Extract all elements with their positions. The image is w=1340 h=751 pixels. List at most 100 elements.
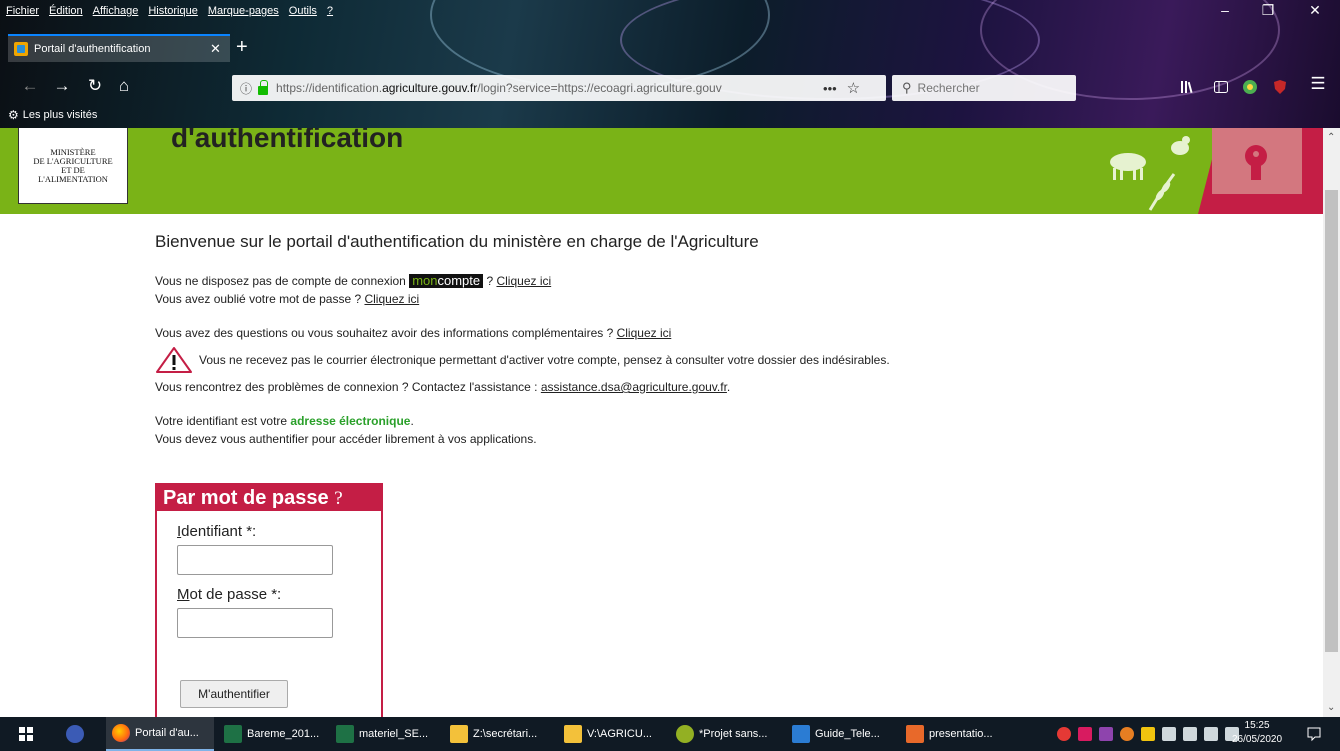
navigation-toolbar: ← → ↻ ⌂ ⓘ https://identification.agricul…	[0, 70, 1340, 104]
page-title: d'authentification	[171, 128, 404, 153]
notifications-icon[interactable]	[1306, 726, 1322, 742]
bookmark-star-icon[interactable]: ☆	[847, 79, 860, 97]
windows-logo-icon	[19, 727, 33, 741]
extension-icon[interactable]	[1242, 79, 1258, 95]
ministry-logo[interactable]: MINISTÈRE DE L'AGRICULTURE ET DE L'ALIME…	[18, 128, 128, 204]
spreadsheet-icon	[336, 725, 354, 743]
login-help-icon[interactable]: ?	[334, 488, 342, 509]
back-arrow-icon[interactable]: ←	[18, 76, 42, 96]
restore-button[interactable]: ❐	[1253, 2, 1283, 19]
taskbar-firefox[interactable]: Portail d'au...	[106, 717, 214, 751]
taskbar-excel-bareme[interactable]: Bareme_201...	[224, 717, 319, 751]
clock-time: 15:25	[1244, 720, 1270, 731]
info-icon[interactable]: ⓘ	[240, 80, 252, 97]
identifiant-label-text: dentifiant *:	[181, 523, 257, 540]
taskbar-folder-z[interactable]: Z:\secrétari...	[450, 717, 537, 751]
taskbar-label: Z:\secrétari...	[473, 728, 538, 740]
search-input[interactable]	[917, 81, 1058, 95]
ublock-icon[interactable]	[1272, 79, 1288, 95]
search-bar[interactable]: ⚲	[892, 75, 1076, 101]
scroll-up-icon[interactable]: ⌃	[1327, 132, 1335, 143]
taskbar-presentation[interactable]: presentatio...	[906, 717, 993, 751]
forward-arrow-icon[interactable]: →	[50, 76, 74, 96]
menu-edition[interactable]: Édition	[49, 5, 83, 17]
period: .	[410, 414, 414, 428]
info-link[interactable]: Cliquez ici	[617, 326, 672, 340]
questions-text: Vous avez des questions ou vous souhaite…	[155, 326, 617, 340]
hamburger-menu-icon[interactable]: ☰	[1306, 74, 1330, 94]
taskbar-qgis[interactable]: *Projet sans...	[676, 717, 767, 751]
bookmarks-toolbar: ⚙ Les plus visités	[8, 108, 97, 122]
search-icon: ⚲	[902, 80, 912, 95]
tray-app-icon[interactable]	[1141, 727, 1155, 741]
assistance-email-link[interactable]: assistance.dsa@agriculture.gouv.fr	[541, 380, 727, 394]
logo-line: L'ALIMENTATION	[38, 174, 108, 184]
url-text[interactable]: https://identification.agriculture.gouv.…	[276, 81, 811, 95]
welcome-heading: Bienvenue sur le portail d'authentificat…	[155, 232, 759, 251]
taskbar-guide[interactable]: Guide_Tele...	[792, 717, 880, 751]
create-account-link[interactable]: Cliquez ici	[496, 274, 551, 288]
taskbar-folder-v[interactable]: V:\AGRICU...	[564, 717, 652, 751]
network-icon[interactable]	[1204, 727, 1218, 741]
tab-strip: Portail d'authentification ✕ +	[0, 34, 1340, 62]
sidebar-icon[interactable]	[1213, 79, 1229, 95]
reload-icon[interactable]: ↻	[83, 76, 107, 96]
vertical-scrollbar[interactable]: ⌃ ⌄	[1323, 128, 1340, 717]
battery-icon[interactable]	[1183, 727, 1197, 741]
tray-app-icon[interactable]	[1099, 727, 1113, 741]
authenticate-button[interactable]: M'authentifier	[180, 680, 288, 708]
login-heading-text: Par mot de passe	[163, 487, 329, 509]
tray-shield-icon[interactable]	[1078, 727, 1092, 741]
forgot-password-link[interactable]: Cliquez ici	[364, 292, 419, 306]
scrollbar-thumb[interactable]	[1325, 190, 1338, 652]
home-icon[interactable]: ⌂	[112, 76, 136, 96]
tab-portail[interactable]: Portail d'authentification ✕	[8, 34, 230, 62]
warning-line: Vous ne recevez pas le courrier électron…	[155, 346, 1255, 374]
clock[interactable]: 15:25 26/05/2020	[1232, 719, 1282, 747]
taskbar-excel-materiel[interactable]: materiel_SE...	[336, 717, 428, 751]
site-banner: MINISTÈRE DE L'AGRICULTURE ET DE L'ALIME…	[0, 128, 1323, 214]
close-window-button[interactable]: ✕	[1300, 2, 1330, 19]
page-actions-icon[interactable]: •••	[823, 81, 837, 96]
presentation-icon	[906, 725, 924, 743]
warning-icon	[156, 347, 192, 373]
taskbar-label: materiel_SE...	[359, 728, 429, 740]
login-heading: Par mot de passe ?	[157, 485, 381, 511]
password-input[interactable]	[177, 608, 333, 638]
identifiant-input[interactable]	[177, 545, 333, 575]
scroll-down-icon[interactable]: ⌄	[1327, 702, 1335, 713]
start-button[interactable]	[18, 717, 34, 751]
menu-affichage[interactable]: Affichage	[93, 5, 139, 17]
taskbar-label: Portail d'au...	[135, 727, 199, 739]
auth-required-line: Vous devez vous authentifier pour accéde…	[155, 432, 537, 446]
moncompte-logo: moncompte	[409, 273, 484, 288]
firefox-icon	[112, 724, 130, 742]
pinned-app-shield-icon[interactable]	[66, 717, 89, 751]
tray-app-icon[interactable]	[1120, 727, 1134, 741]
taskbar-label: Guide_Tele...	[815, 728, 880, 740]
warning-text: Vous ne recevez pas le courrier électron…	[199, 353, 890, 367]
browser-chrome: Fichier Édition Affichage Historique Mar…	[0, 0, 1340, 128]
minimize-button[interactable]: –	[1210, 2, 1240, 18]
lock-icon[interactable]	[258, 79, 269, 95]
web-page: MINISTÈRE DE L'AGRICULTURE ET DE L'ALIME…	[0, 128, 1323, 717]
qgis-icon	[676, 725, 694, 743]
password-label: Mot de passe *:	[177, 586, 281, 603]
library-icon[interactable]	[1180, 79, 1196, 95]
moncompte-mon: mon	[412, 273, 438, 288]
address-bar[interactable]: ⓘ https://identification.agriculture.gou…	[232, 75, 886, 101]
menu-fichier[interactable]: Fichier	[6, 5, 39, 17]
tab-title: Portail d'authentification	[34, 43, 151, 55]
menu-aide[interactable]: ?	[327, 5, 333, 17]
menu-historique[interactable]: Historique	[148, 5, 198, 17]
menu-marque-pages[interactable]: Marque-pages	[208, 5, 279, 17]
menu-bar: Fichier Édition Affichage Historique Mar…	[0, 0, 1340, 22]
tray-app-icon[interactable]	[1162, 727, 1176, 741]
banner-key-panel	[1212, 128, 1302, 194]
menu-outils[interactable]: Outils	[289, 5, 317, 17]
new-tab-button[interactable]: +	[236, 36, 248, 59]
password-login-box: Par mot de passe ? Identifiant *: Mot de…	[155, 483, 383, 717]
close-tab-icon[interactable]: ✕	[210, 41, 230, 57]
bookmark-most-visited[interactable]: Les plus visités	[23, 109, 98, 121]
tray-app-icon[interactable]	[1057, 727, 1071, 741]
